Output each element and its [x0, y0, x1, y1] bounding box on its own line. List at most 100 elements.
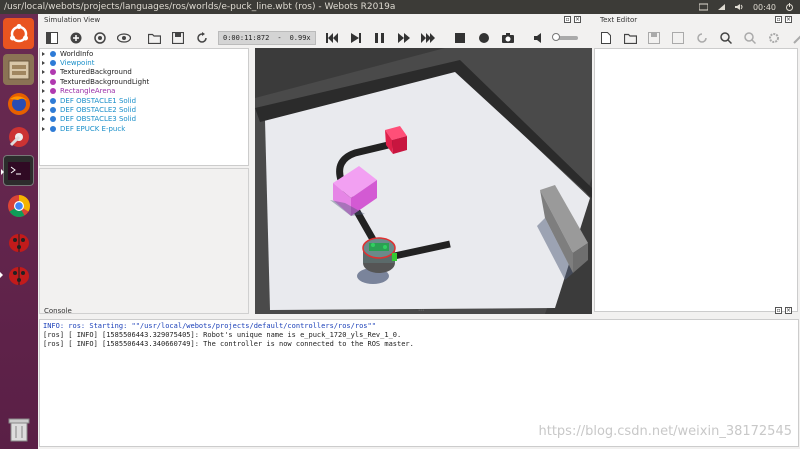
scene-tree-item[interactable]: DEF OBSTACLE1 Solid: [40, 96, 248, 105]
step-button[interactable]: [348, 30, 364, 46]
console-title: Console: [44, 307, 72, 315]
find-button[interactable]: [718, 30, 734, 46]
reset-simulation-button[interactable]: [324, 30, 340, 46]
expand-arrow-icon[interactable]: [42, 79, 45, 84]
node-type-icon: [50, 60, 56, 67]
ubuntu-dash-button[interactable]: [3, 18, 34, 49]
scene-tree-item[interactable]: DEF OBSTACLE2 Solid: [40, 105, 248, 114]
pause-button[interactable]: [372, 30, 388, 46]
scene-tree-icon: [46, 32, 58, 44]
float-panel-button[interactable]: ▫: [775, 16, 782, 23]
time-separator: -: [277, 34, 282, 42]
power-icon[interactable]: [785, 3, 794, 11]
scene-tree-item[interactable]: Viewpoint: [40, 58, 248, 67]
files-button[interactable]: [3, 54, 34, 85]
node-type-icon: [50, 88, 56, 95]
simulation-time-display: 0:00:11:872 - 0.99x: [218, 31, 316, 45]
window-title: /usr/local/webots/projects/languages/ros…: [4, 2, 396, 12]
open-file-button[interactable]: [622, 30, 638, 46]
close-panel-button[interactable]: ×: [574, 16, 581, 23]
replace-button[interactable]: [742, 30, 758, 46]
webots-running-button[interactable]: [0, 259, 34, 290]
epuck-robot: [362, 237, 397, 273]
view-options-button[interactable]: [116, 30, 132, 46]
scene-tree-item-label: WorldInfo: [60, 49, 94, 58]
revert-button[interactable]: [694, 30, 710, 46]
text-editor-toolbar: [594, 27, 800, 49]
node-type-icon: [50, 97, 56, 104]
keyboard-icon[interactable]: [698, 3, 709, 11]
node-type-icon: [50, 50, 56, 57]
expand-arrow-icon[interactable]: [42, 70, 45, 75]
fast-button[interactable]: [420, 30, 436, 46]
scene-tree-item-label: DEF OBSTACLE1 Solid: [60, 96, 137, 105]
field-editor: [39, 168, 249, 314]
clean-button[interactable]: [790, 30, 800, 46]
expand-arrow-icon[interactable]: [42, 117, 45, 122]
scene-tree-item[interactable]: TexturedBackgroundLight: [40, 77, 248, 86]
add-node-button[interactable]: [68, 30, 84, 46]
clock[interactable]: 00:40: [753, 3, 776, 12]
webots-window: Simulation View ▫ × Text Editor ▫ × 0:00…: [38, 14, 800, 449]
scene-tree-item-label: DEF OBSTACLE3 Solid: [60, 115, 137, 124]
float-panel-button[interactable]: ▫: [775, 307, 782, 314]
console-line: [ros] [ INFO] [1585506443.329075405]: Ro…: [43, 331, 402, 339]
settings-gear-icon: [8, 126, 29, 147]
trash-button[interactable]: [3, 414, 34, 445]
launcher: [0, 14, 38, 449]
record-icon: [478, 33, 489, 43]
record-movie-button[interactable]: [476, 30, 492, 46]
volume-slider[interactable]: [551, 33, 578, 41]
settings-button[interactable]: [3, 121, 34, 152]
expand-arrow-icon[interactable]: [42, 89, 45, 94]
scene-tree-item[interactable]: RectangleArena: [40, 87, 248, 96]
scene-tree-item-label: RectangleArena: [60, 87, 116, 96]
stop-icon: [454, 33, 465, 43]
save-as-button[interactable]: [670, 30, 686, 46]
expand-arrow-icon[interactable]: [42, 108, 45, 113]
pause-icon: [375, 33, 385, 43]
volume-icon[interactable]: [734, 3, 744, 11]
scene-tree-item[interactable]: WorldInfo: [40, 49, 248, 58]
volume-slider-handle[interactable]: [551, 33, 560, 41]
expand-arrow-icon[interactable]: [42, 51, 45, 56]
reload-world-button[interactable]: [194, 30, 210, 46]
terminal-button[interactable]: [1, 155, 34, 186]
step-icon: [350, 33, 361, 43]
firefox-button[interactable]: [3, 88, 34, 119]
console-line: [ros] [ INFO] [1585506443.340660749]: Th…: [43, 340, 414, 348]
3d-viewport[interactable]: ⋯: [255, 48, 592, 314]
close-panel-button[interactable]: ×: [785, 307, 792, 314]
scene-tree-item[interactable]: TexturedBackground: [40, 68, 248, 77]
follow-icon: [94, 32, 106, 44]
scene-tree-item[interactable]: DEF OBSTACLE3 Solid: [40, 115, 248, 124]
screenshot-button[interactable]: [500, 30, 516, 46]
stop-recording-button[interactable]: [452, 30, 468, 46]
toggle-scene-tree-button[interactable]: [44, 30, 60, 46]
save-file-button[interactable]: [646, 30, 662, 46]
mute-button[interactable]: [532, 30, 548, 46]
expand-arrow-icon[interactable]: [42, 98, 45, 103]
add-icon: [70, 32, 82, 44]
webots-button[interactable]: [3, 226, 34, 257]
3d-scene[interactable]: ⋯: [255, 48, 592, 314]
folder-icon: [623, 33, 637, 44]
simulation-view-controls: ▫ ×: [564, 16, 581, 23]
save-world-button[interactable]: [170, 30, 186, 46]
close-panel-button[interactable]: ×: [785, 16, 792, 23]
scene-tree-item[interactable]: DEF EPUCK E-puck: [40, 124, 248, 133]
webots-ladybug-icon: [8, 266, 29, 285]
console-controls: ▫ ×: [775, 307, 792, 314]
expand-arrow-icon[interactable]: [42, 126, 45, 131]
expand-arrow-icon[interactable]: [42, 61, 45, 66]
float-panel-button[interactable]: ▫: [564, 16, 571, 23]
new-file-button[interactable]: [598, 30, 614, 46]
network-icon[interactable]: [717, 3, 726, 11]
chrome-button[interactable]: [3, 190, 34, 221]
reset-viewpoint-button[interactable]: [92, 30, 108, 46]
run-button[interactable]: [396, 30, 412, 46]
open-world-button[interactable]: [146, 30, 162, 46]
build-button[interactable]: [766, 30, 782, 46]
text-editor-area[interactable]: [594, 48, 798, 312]
save-icon: [648, 32, 660, 44]
